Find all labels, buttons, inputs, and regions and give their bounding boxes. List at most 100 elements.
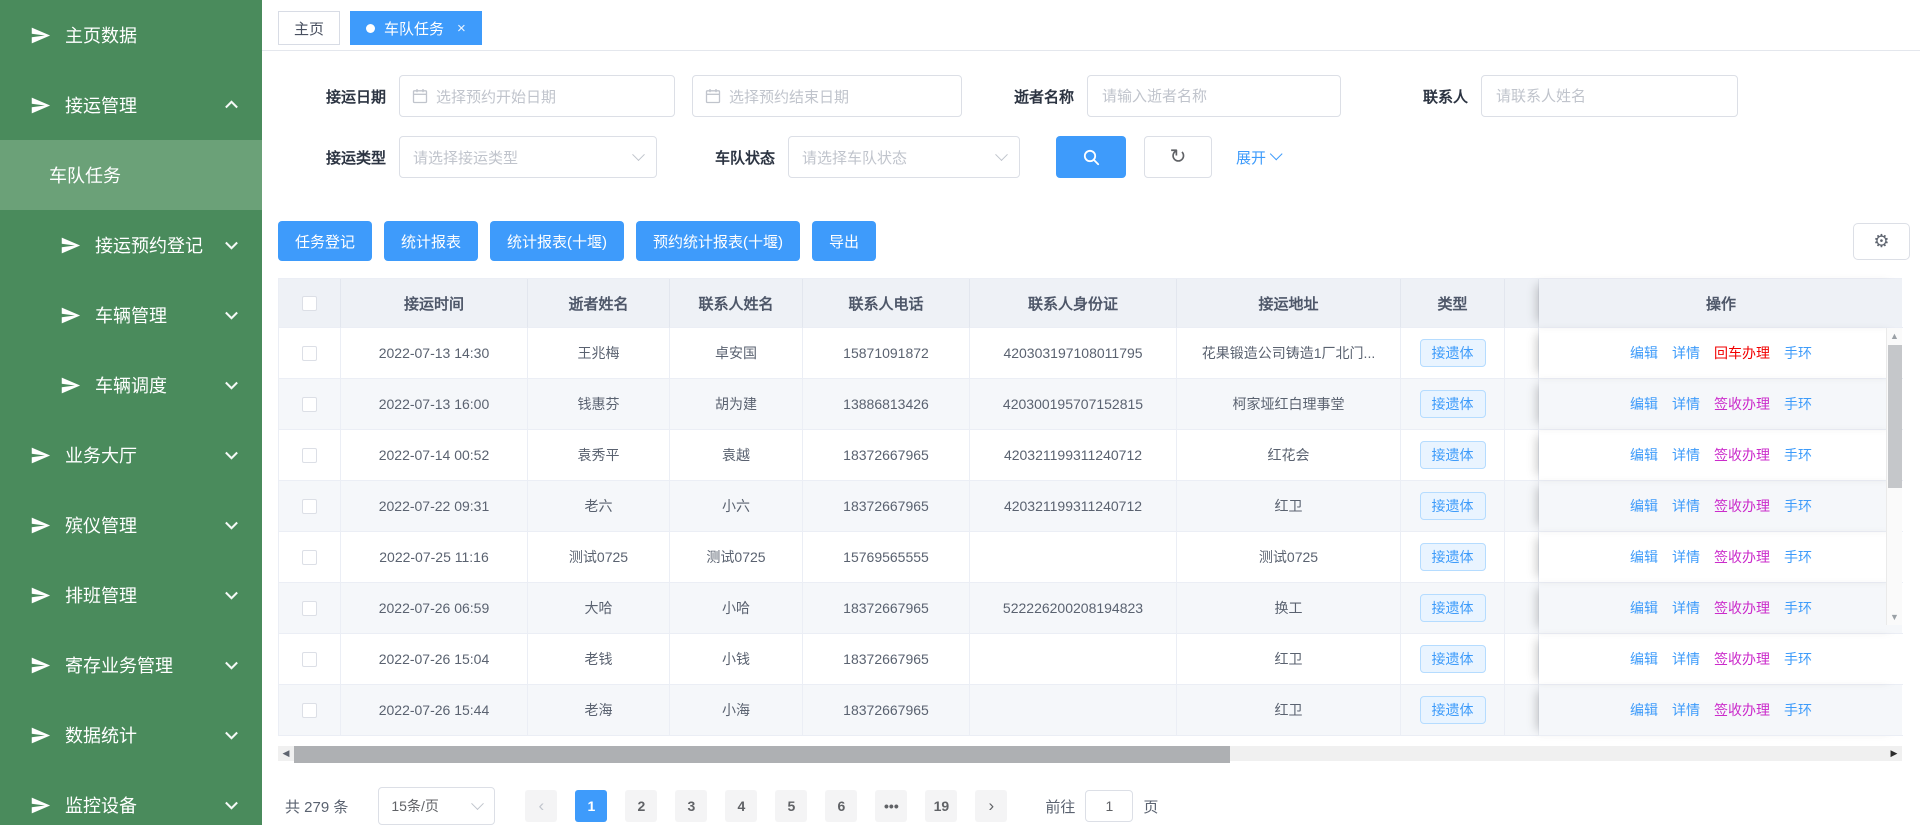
goto-page-input[interactable]: [1085, 790, 1133, 822]
sidebar-item[interactable]: 数据统计: [0, 700, 262, 770]
sidebar-item[interactable]: 监控设备: [0, 770, 262, 825]
sidebar-item[interactable]: 寄存业务管理: [0, 630, 262, 700]
pager-ellipsis[interactable]: •••: [875, 790, 907, 822]
row-checkbox[interactable]: [302, 448, 317, 463]
cell-id_card: 522226200208194823: [970, 583, 1177, 634]
details-link[interactable]: 详情: [1672, 649, 1700, 669]
row-checkbox[interactable]: [302, 397, 317, 412]
scroll-down-arrow-icon[interactable]: ▼: [1887, 610, 1902, 624]
page-button[interactable]: 4: [725, 790, 757, 822]
details-link[interactable]: 详情: [1672, 496, 1700, 516]
vertical-scrollbar[interactable]: ▲ ▼: [1886, 328, 1902, 625]
edit-link[interactable]: 编辑: [1630, 547, 1658, 567]
page-button[interactable]: 1: [575, 790, 607, 822]
row-checkbox[interactable]: [302, 550, 317, 565]
edit-link[interactable]: 编辑: [1630, 700, 1658, 720]
chevron-down-icon: [225, 517, 238, 530]
scroll-right-arrow-icon[interactable]: ▶: [1886, 746, 1902, 761]
details-link[interactable]: 详情: [1672, 700, 1700, 720]
cell-time: 2022-07-26 06:59: [341, 583, 528, 634]
deceased-name-input[interactable]: [1087, 75, 1341, 117]
row-checkbox[interactable]: [302, 703, 317, 718]
contact-name-input[interactable]: [1481, 75, 1738, 117]
sidebar-item[interactable]: 车辆调度: [0, 350, 262, 420]
edit-link[interactable]: 编辑: [1630, 496, 1658, 516]
row-checkbox[interactable]: [302, 652, 317, 667]
details-link[interactable]: 详情: [1672, 394, 1700, 414]
return-car-link[interactable]: 回车办理: [1714, 343, 1770, 363]
start-date-input[interactable]: 选择预约开始日期: [399, 75, 675, 117]
sidebar-item[interactable]: 殡仪管理: [0, 490, 262, 560]
sidebar-item[interactable]: 主页数据: [0, 0, 262, 70]
row-checkbox[interactable]: [302, 499, 317, 514]
wristband-link[interactable]: 手环: [1784, 445, 1812, 465]
horizontal-scrollbar-thumb[interactable]: [294, 746, 1230, 763]
details-link[interactable]: 详情: [1672, 598, 1700, 618]
cell-address: 换工: [1177, 583, 1401, 634]
tab-home[interactable]: 主页: [278, 11, 340, 45]
sidebar-item[interactable]: 车辆管理: [0, 280, 262, 350]
wristband-link[interactable]: 手环: [1784, 700, 1812, 720]
horizontal-scrollbar[interactable]: ◀ ▶: [278, 746, 1902, 761]
edit-link[interactable]: 编辑: [1630, 598, 1658, 618]
scroll-left-arrow-icon[interactable]: ◀: [278, 746, 294, 761]
page-button[interactable]: 2: [625, 790, 657, 822]
wristband-link[interactable]: 手环: [1784, 496, 1812, 516]
sign-receipt-link[interactable]: 签收办理: [1714, 700, 1770, 720]
select-all-checkbox[interactable]: [302, 296, 317, 311]
tab-fleet-tasks[interactable]: 车队任务 ×: [350, 11, 482, 45]
wristband-link[interactable]: 手环: [1784, 649, 1812, 669]
details-link[interactable]: 详情: [1672, 547, 1700, 567]
row-checkbox[interactable]: [302, 601, 317, 616]
scroll-up-arrow-icon[interactable]: ▲: [1887, 329, 1902, 343]
page-button[interactable]: 19: [925, 790, 957, 822]
column-header: 类型: [1401, 279, 1505, 328]
close-tab-icon[interactable]: ×: [457, 21, 466, 36]
toolbar-button[interactable]: 任务登记: [278, 221, 372, 261]
table-row: 2022-07-22 09:31老六小六18372667965420321199…: [279, 481, 1902, 532]
refresh-button[interactable]: ↻: [1144, 136, 1212, 178]
sign-receipt-link[interactable]: 签收办理: [1714, 445, 1770, 465]
page-button[interactable]: 5: [775, 790, 807, 822]
vertical-scrollbar-thumb[interactable]: [1888, 345, 1902, 488]
next-page-button[interactable]: ›: [975, 790, 1007, 822]
sidebar-item[interactable]: 业务大厅: [0, 420, 262, 490]
wristband-link[interactable]: 手环: [1784, 343, 1812, 363]
fleet-status-select[interactable]: 请选择车队状态: [788, 136, 1020, 178]
edit-link[interactable]: 编辑: [1630, 649, 1658, 669]
sidebar-item[interactable]: 接运预约登记: [0, 210, 262, 280]
wristband-link[interactable]: 手环: [1784, 598, 1812, 618]
expand-filters-link[interactable]: 展开: [1236, 147, 1280, 168]
type-badge: 接遗体: [1420, 492, 1486, 520]
cell-deceased: 老钱: [528, 634, 670, 685]
sidebar-item[interactable]: 车队任务: [0, 140, 262, 210]
page-button[interactable]: 6: [825, 790, 857, 822]
details-link[interactable]: 详情: [1672, 343, 1700, 363]
end-date-input[interactable]: 选择预约结束日期: [692, 75, 962, 117]
edit-link[interactable]: 编辑: [1630, 394, 1658, 414]
sign-receipt-link[interactable]: 签收办理: [1714, 394, 1770, 414]
column-settings-button[interactable]: ⚙: [1853, 223, 1910, 260]
sidebar-item[interactable]: 接运管理: [0, 70, 262, 140]
sign-receipt-link[interactable]: 签收办理: [1714, 598, 1770, 618]
toolbar-button[interactable]: 统计报表: [384, 221, 478, 261]
wristband-link[interactable]: 手环: [1784, 547, 1812, 567]
column-header: 联系人身份证: [970, 279, 1177, 328]
sign-receipt-link[interactable]: 签收办理: [1714, 496, 1770, 516]
toolbar-button[interactable]: 预约统计报表(十堰): [636, 221, 800, 261]
pickup-type-select[interactable]: 请选择接运类型: [399, 136, 657, 178]
prev-page-button[interactable]: ‹: [525, 790, 557, 822]
toolbar-button[interactable]: 导出: [812, 221, 876, 261]
page-button[interactable]: 3: [675, 790, 707, 822]
search-button[interactable]: [1056, 136, 1126, 178]
row-checkbox[interactable]: [302, 346, 317, 361]
sign-receipt-link[interactable]: 签收办理: [1714, 547, 1770, 567]
sidebar-item[interactable]: 排班管理: [0, 560, 262, 630]
toolbar-button[interactable]: 统计报表(十堰): [490, 221, 624, 261]
page-size-select[interactable]: 15条/页: [378, 787, 495, 825]
details-link[interactable]: 详情: [1672, 445, 1700, 465]
sign-receipt-link[interactable]: 签收办理: [1714, 649, 1770, 669]
wristband-link[interactable]: 手环: [1784, 394, 1812, 414]
edit-link[interactable]: 编辑: [1630, 445, 1658, 465]
edit-link[interactable]: 编辑: [1630, 343, 1658, 363]
